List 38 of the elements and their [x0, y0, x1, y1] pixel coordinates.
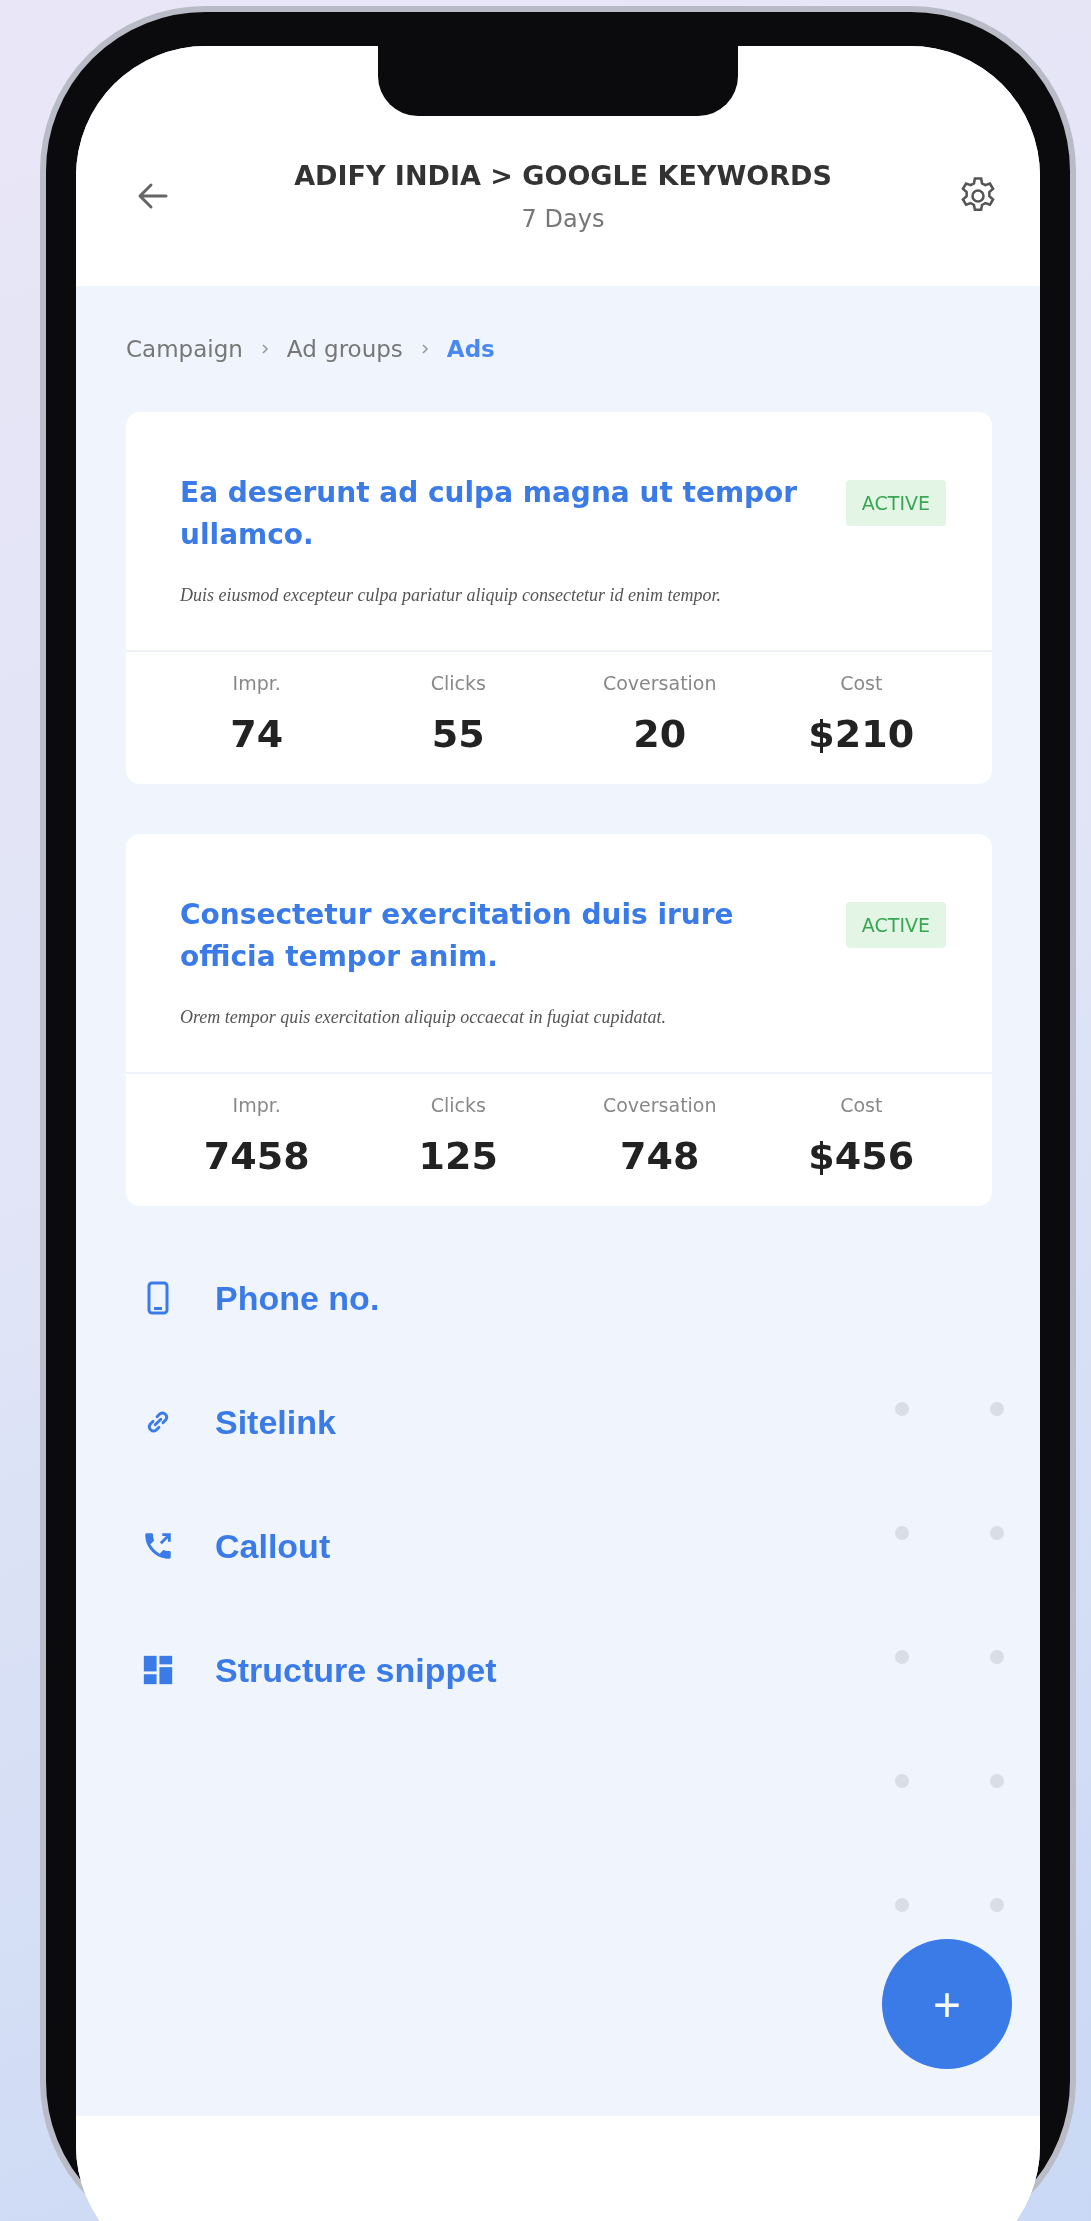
ad-title: Ea deserunt ad culpa magna ut tempor ullamco.: [180, 475, 799, 553]
stat-value: 55: [431, 712, 485, 756]
chevron-icon: [260, 343, 269, 355]
status-badge: ACTIVE: [845, 902, 946, 948]
stat-label: Impr.: [232, 672, 281, 694]
ad-description: Duis eiusmod excepteur culpa pariatur aliquip consectetur id enim tempor.: [180, 584, 722, 607]
stat-value: 20: [633, 712, 687, 756]
stat-value: 74: [230, 712, 284, 756]
ad-description: Orem tempor quis exercitation aliquip occaecat in fugiat cupidatat.: [180, 1006, 668, 1029]
extension-link[interactable]: Structure snippet: [215, 1650, 497, 1690]
extension-link[interactable]: Phone no.: [215, 1278, 380, 1318]
ad-card[interactable]: Consectetur exercitation duis irure officia tempor anim. Orem tempor quis exercitation aliquip occaecat in fugiat cupidatat. ACTIVE Impr. 7458 Clicks 125 Coversation 748 Cost $456: [126, 834, 992, 1206]
breadcrumb-link[interactable]: Ad groups: [286, 336, 403, 362]
back-arrow-icon[interactable]: [136, 181, 170, 211]
screen-title: ADIFY INDIA > GOOGLE KEYWORDS: [293, 159, 833, 191]
status-badge: ACTIVE: [845, 480, 946, 526]
stat-label: Cost: [840, 672, 883, 694]
add-button[interactable]: +: [882, 1939, 1012, 2069]
ad-card[interactable]: Ea deserunt ad culpa magna ut tempor ullamco. Duis eiusmod excepteur culpa pariatur aliquip consectetur id enim tempor. ACTIVE Impr. 74 Clicks 55 Coversation 20 Cost $210: [126, 412, 992, 784]
stat-value: 7458: [203, 1134, 310, 1178]
stat-label: Coversation: [602, 1094, 717, 1116]
stat-label: Cost: [840, 1094, 883, 1116]
extension-link[interactable]: Callout: [215, 1526, 331, 1566]
breadcrumb-link[interactable]: Ads: [446, 336, 495, 362]
stat-label: Coversation: [602, 672, 717, 694]
extension-link[interactable]: Sitelink: [215, 1402, 336, 1442]
stat-value: 748: [620, 1134, 700, 1178]
grid-icon: [141, 1653, 175, 1687]
stat-value: $210: [808, 712, 915, 756]
date-range: 7 Days: [520, 204, 606, 233]
ad-title: Consectetur exercitation duis irure officia tempor anim.: [180, 897, 735, 975]
breadcrumb-link[interactable]: Campaign: [126, 336, 243, 362]
stat-value: 125: [418, 1134, 498, 1178]
stat-label: Clicks: [430, 672, 486, 694]
stat-value: $456: [808, 1134, 915, 1178]
chevron-icon: [420, 343, 429, 355]
stat-label: Clicks: [430, 1094, 486, 1116]
stat-label: Impr.: [232, 1094, 281, 1116]
